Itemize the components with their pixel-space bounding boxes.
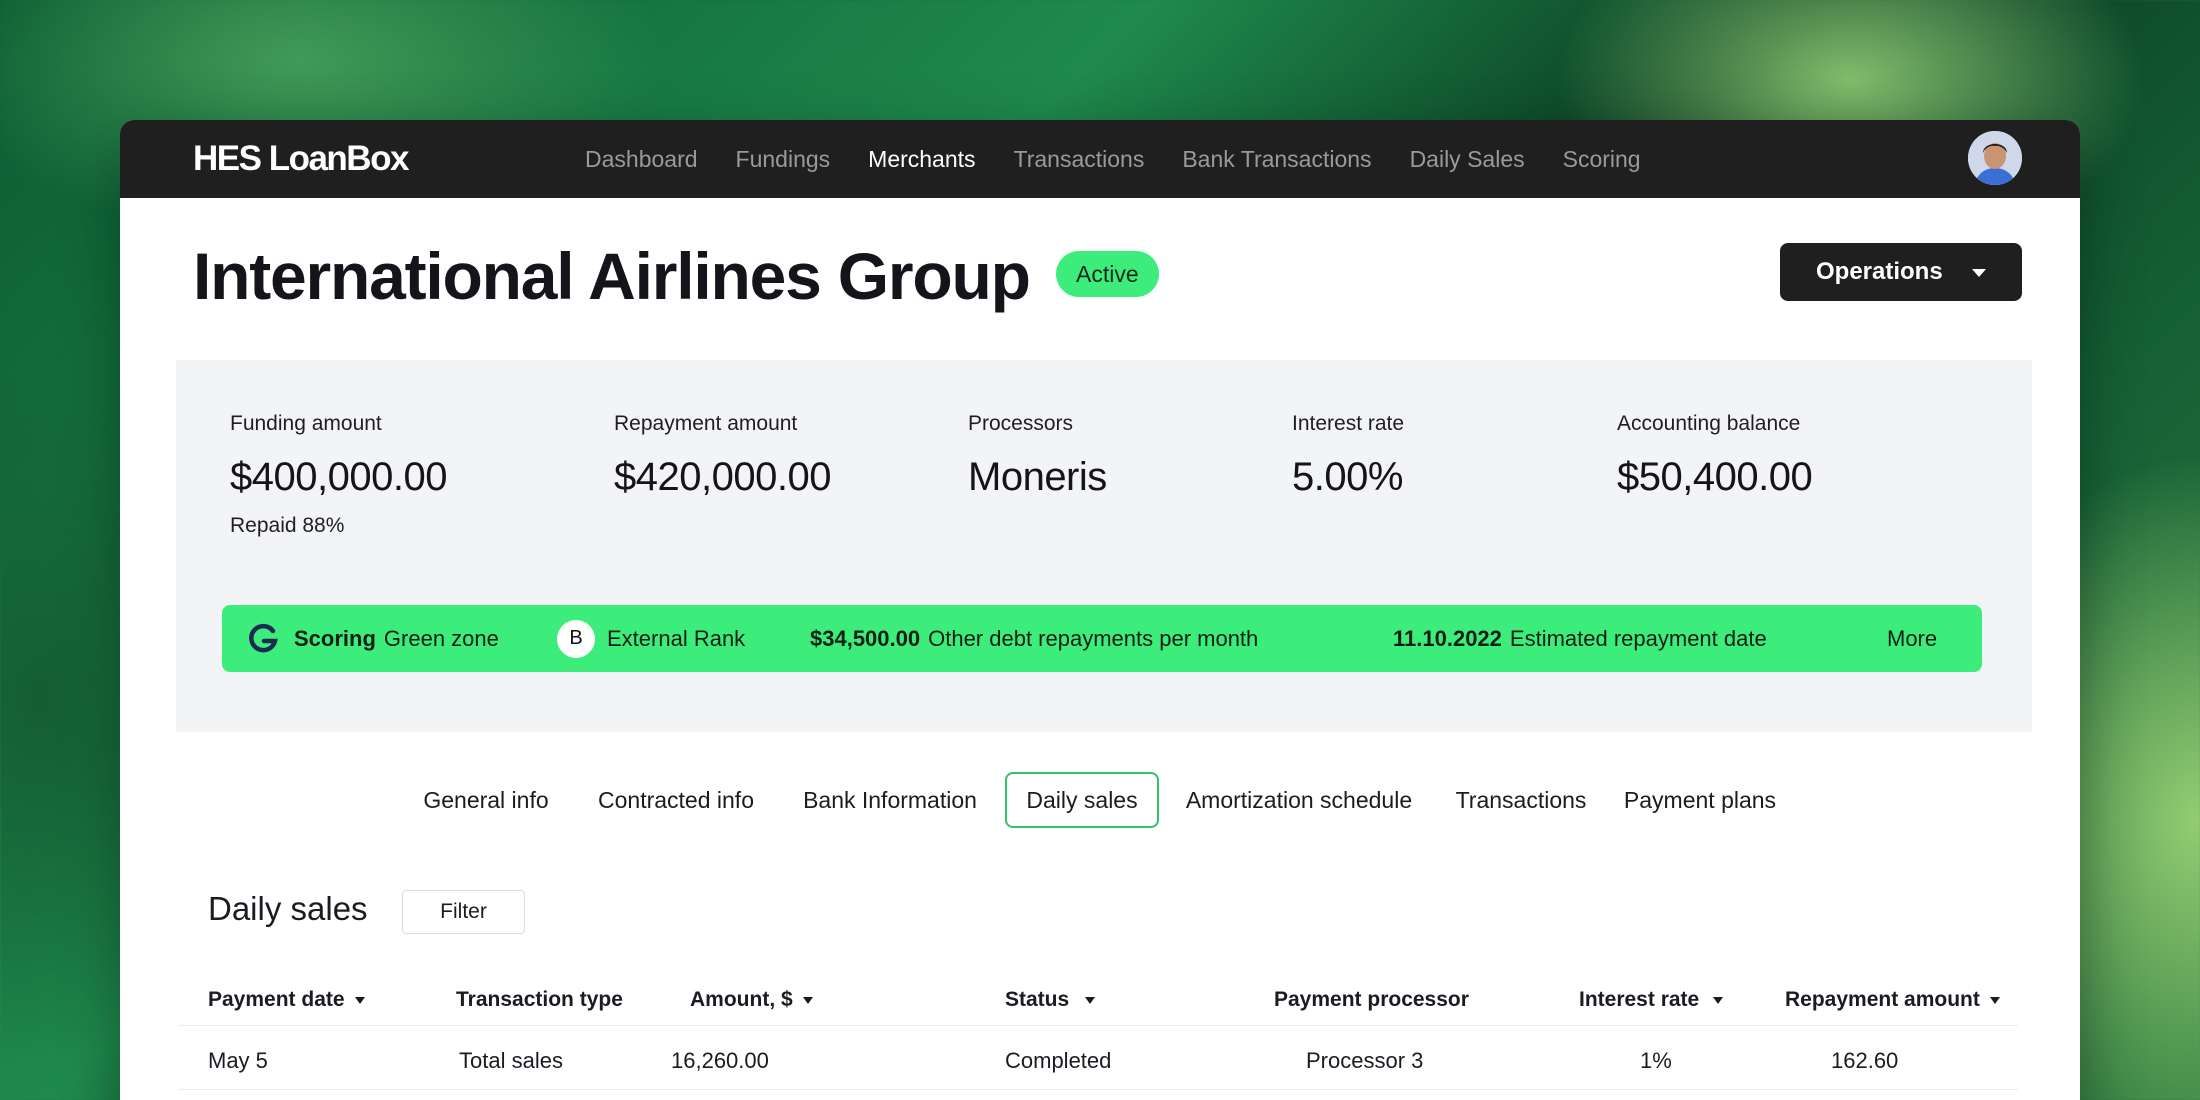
sort-down-icon xyxy=(1989,996,2000,1004)
cell-payment-date: May 5 xyxy=(208,1048,268,1073)
estimated-repayment-date: 11.10.2022 Estimated repayment date xyxy=(1393,605,1767,672)
nav-item-bank-transactions[interactable]: Bank Transactions xyxy=(1182,146,1371,173)
column-header-payment-processor: Payment processor xyxy=(1274,988,1469,1012)
tab-general-info[interactable]: General info xyxy=(410,772,562,828)
merchant-summary-panel: Funding amount $400,000.00 Repaid 88% Re… xyxy=(176,360,2032,732)
external-rank: B External Rank xyxy=(557,605,745,672)
tab-contracted-info[interactable]: Contracted info xyxy=(583,772,769,828)
nav-item-daily-sales[interactable]: Daily Sales xyxy=(1410,146,1525,173)
nav-item-scoring[interactable]: Scoring xyxy=(1563,146,1641,173)
metric-value: $400,000.00 xyxy=(230,455,447,499)
column-header-label: Status xyxy=(1005,988,1070,1011)
metric-funding-amount: Funding amount $400,000.00 Repaid 88% xyxy=(230,412,447,538)
metric-label: Interest rate xyxy=(1292,412,1405,435)
cell-transaction-type: Total sales xyxy=(459,1048,563,1073)
merchant-header: International Airlines Group Active Oper… xyxy=(120,198,2080,358)
scoring-g-icon xyxy=(249,623,278,652)
column-header-label: Interest rate xyxy=(1579,988,1700,1011)
merchant-tabs: General info Contracted info Bank Inform… xyxy=(120,772,2080,830)
sort-down-icon xyxy=(354,996,365,1004)
column-header-interest-rate[interactable]: Interest rate xyxy=(1579,988,1724,1012)
cell-repayment-amount: 162.60 xyxy=(1831,1048,1899,1073)
metric-label: Processors xyxy=(968,412,1074,435)
column-header-label: Amount, $ xyxy=(690,988,793,1011)
cell-payment-processor: Processor 3 xyxy=(1306,1048,1424,1073)
column-header-label: Payment date xyxy=(208,988,345,1011)
scoring-zone-value: Green zone xyxy=(383,625,499,651)
metric-value: Moneris xyxy=(968,455,1107,499)
table-row[interactable]: May 5 Total sales 16,260.00 Completed Pr… xyxy=(178,1026,2018,1090)
top-navigation-bar: HES LoanBox Dashboard Fundings Merchants… xyxy=(120,120,2080,198)
scoring-bar: Scoring Green zone B External Rank $34,5… xyxy=(222,605,1982,672)
metric-label: Funding amount xyxy=(230,412,382,435)
column-header-payment-date[interactable]: Payment date xyxy=(208,988,365,1012)
column-header-amount[interactable]: Amount, $ xyxy=(690,988,813,1012)
sort-down-icon xyxy=(802,996,813,1004)
operations-button-label: Operations xyxy=(1816,258,1943,285)
sort-down-icon xyxy=(1713,996,1724,1004)
rank-letter-badge: B xyxy=(557,619,595,658)
column-header-label: Transaction type xyxy=(456,988,623,1011)
tab-amortization-schedule[interactable]: Amortization schedule xyxy=(1172,772,1426,828)
column-header-repayment-amount[interactable]: Repayment amount xyxy=(1785,988,2000,1012)
nav-item-fundings[interactable]: Fundings xyxy=(736,146,831,173)
repayment-date-label: Estimated repayment date xyxy=(1509,625,1767,651)
tab-transactions[interactable]: Transactions xyxy=(1446,772,1596,828)
table-header: Payment date Transaction type Amount, $ … xyxy=(178,980,2018,1026)
debt-value: $34,500.00 xyxy=(810,625,921,651)
metric-value: 5.00% xyxy=(1292,455,1403,499)
main-nav: Dashboard Fundings Merchants Transaction… xyxy=(585,120,1641,198)
column-header-status[interactable]: Status xyxy=(1005,988,1096,1012)
app-logo[interactable]: HES LoanBox xyxy=(193,139,409,179)
nav-item-dashboard[interactable]: Dashboard xyxy=(585,146,698,173)
operations-button[interactable]: Operations xyxy=(1780,243,2022,301)
tab-daily-sales[interactable]: Daily sales xyxy=(1005,772,1159,828)
sort-down-icon xyxy=(1085,996,1096,1004)
metric-repayment-amount: Repayment amount $420,000.00 xyxy=(614,412,831,500)
scoring-more-link[interactable]: More xyxy=(1887,605,1937,672)
metric-value: $420,000.00 xyxy=(614,455,831,499)
repayment-date-value: 11.10.2022 xyxy=(1393,625,1502,651)
other-debt-repayments: $34,500.00 Other debt repayments per mon… xyxy=(810,605,1258,672)
metric-processors: Processors Moneris xyxy=(968,412,1107,500)
scoring-label: Scoring xyxy=(294,625,376,651)
metric-accounting-balance: Accounting balance $50,400.00 xyxy=(1617,412,1813,500)
filter-button[interactable]: Filter xyxy=(402,890,525,934)
column-header-transaction-type: Transaction type xyxy=(456,988,623,1012)
user-avatar-icon xyxy=(1968,131,2022,185)
section-title: Daily sales xyxy=(208,890,368,927)
debt-label: Other debt repayments per month xyxy=(928,625,1259,651)
cell-interest-rate: 1% xyxy=(1640,1048,1672,1073)
cell-status: Completed xyxy=(1005,1048,1112,1073)
cell-amount: 16,260.00 xyxy=(671,1048,769,1073)
metric-interest-rate: Interest rate 5.00% xyxy=(1292,412,1404,500)
external-rank-label: External Rank xyxy=(607,625,746,651)
column-header-label: Payment processor xyxy=(1274,988,1469,1011)
metric-repaid-percent: Repaid 88% xyxy=(230,514,345,537)
status-badge: Active xyxy=(1056,251,1159,297)
metric-value: $50,400.00 xyxy=(1617,455,1813,499)
metric-label: Repayment amount xyxy=(614,412,798,435)
user-avatar[interactable] xyxy=(1968,131,2022,185)
column-header-label: Repayment amount xyxy=(1785,988,1980,1011)
chevron-down-icon xyxy=(1972,269,1986,277)
scoring-zone: Scoring Green zone xyxy=(246,605,499,672)
page-title: International Airlines Group xyxy=(193,239,1031,313)
metric-label: Accounting balance xyxy=(1617,412,1801,435)
app-window: HES LoanBox Dashboard Fundings Merchants… xyxy=(120,120,2080,1100)
tab-bank-information[interactable]: Bank Information xyxy=(792,772,988,828)
tab-payment-plans[interactable]: Payment plans xyxy=(1612,772,1788,828)
nav-item-transactions[interactable]: Transactions xyxy=(1014,146,1145,173)
nav-item-merchants[interactable]: Merchants xyxy=(868,146,975,173)
